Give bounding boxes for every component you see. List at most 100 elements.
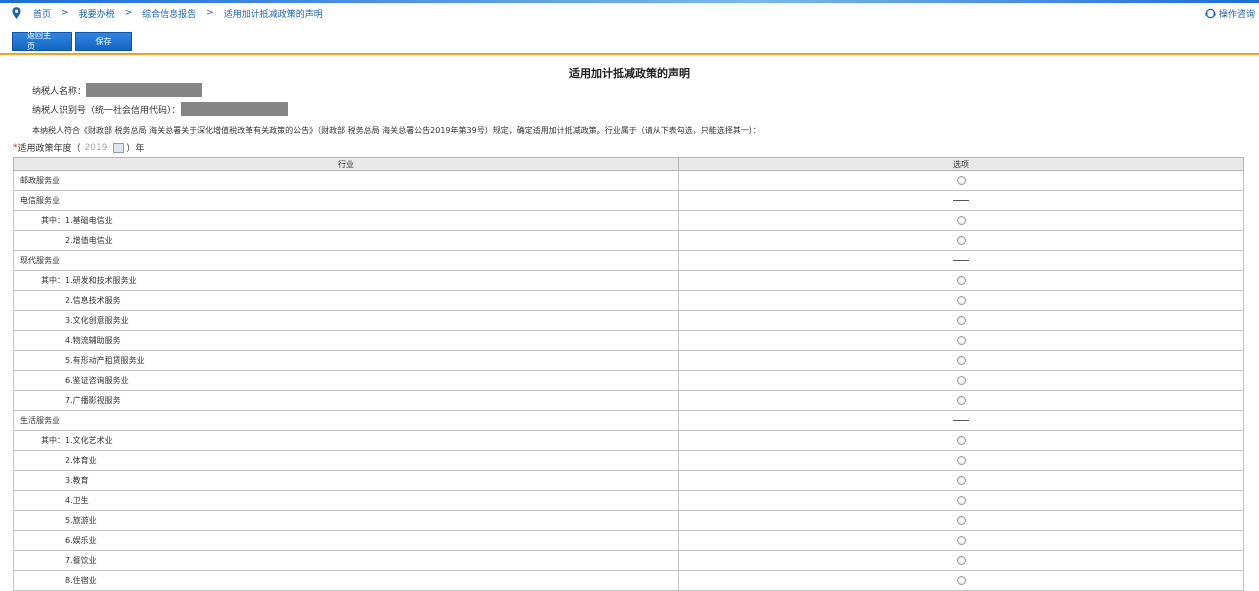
option-cell — [678, 530, 1244, 551]
industry-radio[interactable] — [956, 276, 966, 285]
breadcrumb-current-page: 适用加计抵减政策的声明 — [223, 9, 323, 20]
industry-radio[interactable] — [956, 536, 966, 545]
location-pin-icon — [12, 7, 21, 19]
industry-label: 8.住宿业 — [13, 570, 679, 591]
option-cell — [678, 450, 1244, 471]
industry-radio[interactable] — [956, 356, 966, 365]
help-consult-link[interactable]: 操作咨询 — [1205, 7, 1255, 20]
save-button[interactable]: 保存 — [75, 31, 132, 51]
breadcrumb-info-report[interactable]: 综合信息报告 — [142, 7, 196, 20]
option-cell — [678, 350, 1244, 371]
option-cell — [678, 170, 1244, 191]
industry-label: 6.娱乐业 — [13, 530, 679, 551]
table-row: 其中：1.研发和技术服务业 — [13, 270, 1244, 291]
taxpayer-name-label: 纳税人名称： — [32, 86, 87, 97]
breadcrumb-home[interactable]: 首页 — [33, 7, 51, 20]
option-cell — [678, 270, 1244, 291]
policy-year-row: * 适用政策年度（ 2019 ）年 — [13, 141, 144, 154]
option-cell — [678, 290, 1244, 311]
column-header-option: 选项 — [678, 157, 1244, 171]
taxpayer-id-row: 纳税人识别号（统一社会信用代码）： — [32, 102, 288, 116]
column-header-industry: 行业 — [13, 157, 679, 171]
industry-radio[interactable] — [956, 336, 966, 345]
industry-radio[interactable] — [956, 316, 966, 325]
taxpayer-name-value-redacted — [86, 83, 203, 97]
policy-year-label: 适用政策年度（ — [17, 144, 81, 154]
calendar-icon[interactable] — [113, 142, 125, 153]
toolbar: 返回主页 保存 — [0, 29, 1259, 55]
option-cell — [678, 570, 1244, 591]
option-cell — [678, 190, 1244, 211]
industry-radio[interactable] — [956, 576, 966, 585]
table-row: 生活服务业 — [13, 410, 1244, 431]
table-row: 3.教育 — [13, 470, 1244, 491]
industry-label: 2.体育业 — [13, 450, 679, 471]
breadcrumb-tax-service[interactable]: 我要办税 — [79, 7, 115, 20]
table-row: 电信服务业 — [13, 190, 1244, 211]
industry-label: 3.文化创意服务业 — [13, 310, 679, 331]
table-row: 2.增值电信业 — [13, 230, 1244, 251]
option-cell — [678, 310, 1244, 331]
table-row: 5.旅游业 — [13, 510, 1244, 531]
industry-radio[interactable] — [956, 496, 966, 505]
breadcrumb-separator: > — [61, 8, 69, 18]
industry-radio[interactable] — [956, 396, 966, 405]
industry-radio[interactable] — [956, 436, 966, 445]
option-cell — [678, 370, 1244, 391]
taxpayer-id-label: 纳税人识别号（统一社会信用代码）： — [32, 105, 181, 116]
back-home-button[interactable]: 返回主页 — [12, 31, 72, 51]
taxpayer-id-value-redacted — [180, 102, 288, 116]
industry-label: 3.教育 — [13, 470, 679, 491]
breadcrumb: 首页 > 我要办税 > 综合信息报告 > 适用加计抵减政策的声明 操作咨询 — [0, 3, 1259, 23]
industry-table: 行业 选项 邮政服务业 电信服务业 其中：1.基础电信业 2.增值电信业 现代服务业 其中… — [13, 157, 1244, 591]
not-applicable-dash — [953, 200, 969, 201]
industry-label: 2.信息技术服务 — [13, 290, 679, 311]
table-row: 5.有形动产租赁服务业 — [13, 350, 1244, 371]
industry-label: 5.旅游业 — [13, 510, 679, 531]
taxpayer-name-row: 纳税人名称： — [32, 83, 203, 97]
option-cell — [678, 490, 1244, 511]
industry-label: 现代服务业 — [13, 250, 679, 271]
option-cell — [678, 250, 1244, 271]
table-row: 6.娱乐业 — [13, 530, 1244, 551]
table-row: 其中：1.基础电信业 — [13, 210, 1244, 231]
policy-year-input[interactable]: 2019 — [85, 143, 108, 153]
industry-radio[interactable] — [956, 456, 966, 465]
industry-radio[interactable] — [956, 296, 966, 305]
breadcrumb-separator: > — [206, 8, 214, 18]
not-applicable-dash — [953, 420, 969, 421]
industry-radio[interactable] — [956, 376, 966, 385]
option-cell — [678, 510, 1244, 531]
table-row: 4.物流辅助服务 — [13, 330, 1244, 351]
table-row: 3.文化创意服务业 — [13, 310, 1244, 331]
table-row: 现代服务业 — [13, 250, 1244, 271]
option-cell — [678, 390, 1244, 411]
table-row: 6.鉴证咨询服务业 — [13, 370, 1244, 391]
page-title: 适用加计抵减政策的声明 — [569, 67, 690, 80]
industry-radio[interactable] — [956, 516, 966, 525]
industry-radio[interactable] — [956, 216, 966, 225]
industry-label: 其中：1.基础电信业 — [13, 210, 679, 231]
industry-label: 6.鉴证咨询服务业 — [13, 370, 679, 391]
industry-label: 邮政服务业 — [13, 170, 679, 191]
table-row: 7.广播影视服务 — [13, 390, 1244, 411]
industry-radio[interactable] — [956, 176, 966, 185]
industry-label: 7.餐饮业 — [13, 550, 679, 571]
industry-label: 7.广播影视服务 — [13, 390, 679, 411]
help-consult-label: 操作咨询 — [1218, 10, 1255, 20]
option-cell — [678, 410, 1244, 431]
declaration-text: 本纳税人符合《财政部 税务总局 海关总署关于深化增值税改革有关政策的公告》（财政… — [32, 126, 761, 135]
industry-radio[interactable] — [956, 476, 966, 485]
table-row: 4.卫生 — [13, 490, 1244, 511]
industry-radio[interactable] — [956, 236, 966, 245]
option-cell — [678, 430, 1244, 451]
not-applicable-dash — [953, 260, 969, 261]
option-cell — [678, 550, 1244, 571]
industry-label: 生活服务业 — [13, 410, 679, 431]
option-cell — [678, 330, 1244, 351]
industry-radio[interactable] — [956, 556, 966, 565]
table-row: 2.信息技术服务 — [13, 290, 1244, 311]
industry-label: 4.物流辅助服务 — [13, 330, 679, 351]
table-row: 2.体育业 — [13, 450, 1244, 471]
table-row: 7.餐饮业 — [13, 550, 1244, 571]
